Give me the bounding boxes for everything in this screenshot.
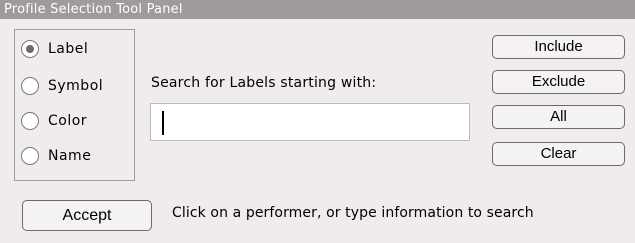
all-button[interactable]: All — [492, 105, 625, 129]
radio-button-label[interactable] — [21, 40, 39, 58]
radio-selected-dot — [26, 45, 34, 53]
radio-option-name[interactable]: Name — [21, 144, 91, 168]
panel-title: Profile Selection Tool Panel — [0, 0, 635, 19]
search-label: Search for Labels starting with: — [151, 75, 377, 91]
exclude-button[interactable]: Exclude — [492, 70, 625, 94]
radio-option-symbol[interactable]: Symbol — [21, 74, 103, 98]
search-input[interactable] — [150, 103, 470, 141]
clear-button[interactable]: Clear — [492, 142, 625, 166]
radio-label-text: Color — [48, 113, 88, 129]
radio-option-label[interactable]: Label — [21, 37, 88, 61]
radio-button-name[interactable] — [21, 147, 39, 165]
radio-button-symbol[interactable] — [21, 77, 39, 95]
include-button[interactable]: Include — [492, 35, 625, 59]
search-mode-group: Label Symbol Color Name — [14, 29, 135, 181]
radio-option-color[interactable]: Color — [21, 109, 87, 133]
radio-label-text: Name — [48, 148, 92, 164]
status-message: Click on a performer, or type informatio… — [172, 205, 534, 221]
text-caret — [162, 111, 164, 135]
radio-button-color[interactable] — [21, 112, 39, 130]
accept-button[interactable]: Accept — [22, 200, 152, 231]
radio-label-text: Symbol — [48, 78, 104, 94]
radio-label-text: Label — [48, 41, 89, 57]
